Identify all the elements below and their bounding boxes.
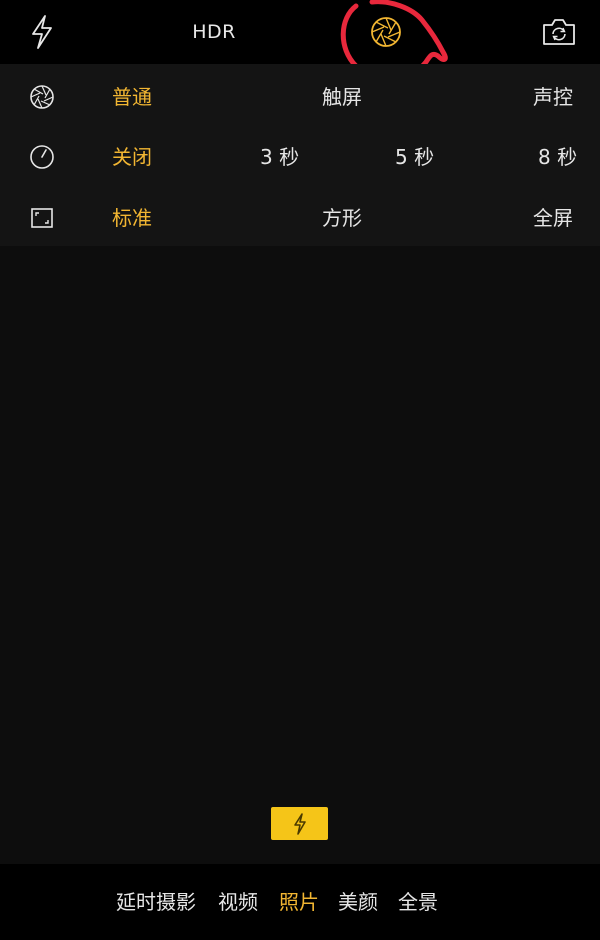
option-timer-5s[interactable]: 5 秒 [395, 126, 434, 186]
flash-icon [32, 15, 52, 49]
option-fullscreen[interactable]: 全屏 [533, 187, 573, 247]
option-timer-3s[interactable]: 3 秒 [260, 126, 299, 186]
mode-video[interactable]: 视频 [218, 864, 258, 928]
option-normal[interactable]: 普通 [112, 66, 152, 126]
aperture-icon [28, 83, 56, 111]
mode-timelapse[interactable]: 延时摄影 [116, 864, 196, 928]
switch-camera-button[interactable] [536, 0, 582, 64]
option-voice[interactable]: 声控 [533, 66, 573, 126]
aspect-ratio-row: 标准 方形 全屏 [0, 187, 600, 247]
settings-panel: 普通 触屏 声控 关闭 3 秒 5 秒 8 秒 标准 方形 全屏 [0, 64, 600, 246]
option-standard[interactable]: 标准 [112, 187, 152, 247]
timer-row: 关闭 3 秒 5 秒 8 秒 [0, 126, 600, 186]
flash-icon [293, 812, 306, 835]
option-touch[interactable]: 触屏 [322, 66, 362, 126]
camera-switch-icon [543, 19, 575, 45]
option-timer-off[interactable]: 关闭 [112, 126, 152, 186]
option-square[interactable]: 方形 [322, 187, 362, 247]
viewfinder[interactable] [0, 246, 600, 864]
mode-beauty[interactable]: 美颜 [338, 864, 378, 928]
mode-photo[interactable]: 照片 [279, 864, 319, 928]
flash-toggle-button[interactable] [22, 0, 62, 64]
hdr-button[interactable]: HDR [184, 0, 244, 64]
option-timer-8s[interactable]: 8 秒 [538, 126, 577, 186]
mode-bar: 延时摄影 视频 照片 美颜 全景 [0, 864, 600, 928]
aspect-ratio-icon [28, 204, 56, 232]
timer-icon [28, 143, 56, 171]
hdr-label: HDR [192, 21, 236, 43]
top-bar: HDR [0, 0, 600, 81]
shutter-trigger-row: 普通 触屏 声控 [0, 66, 600, 126]
flash-indicator-button[interactable] [271, 807, 328, 840]
mode-panorama[interactable]: 全景 [398, 864, 438, 928]
